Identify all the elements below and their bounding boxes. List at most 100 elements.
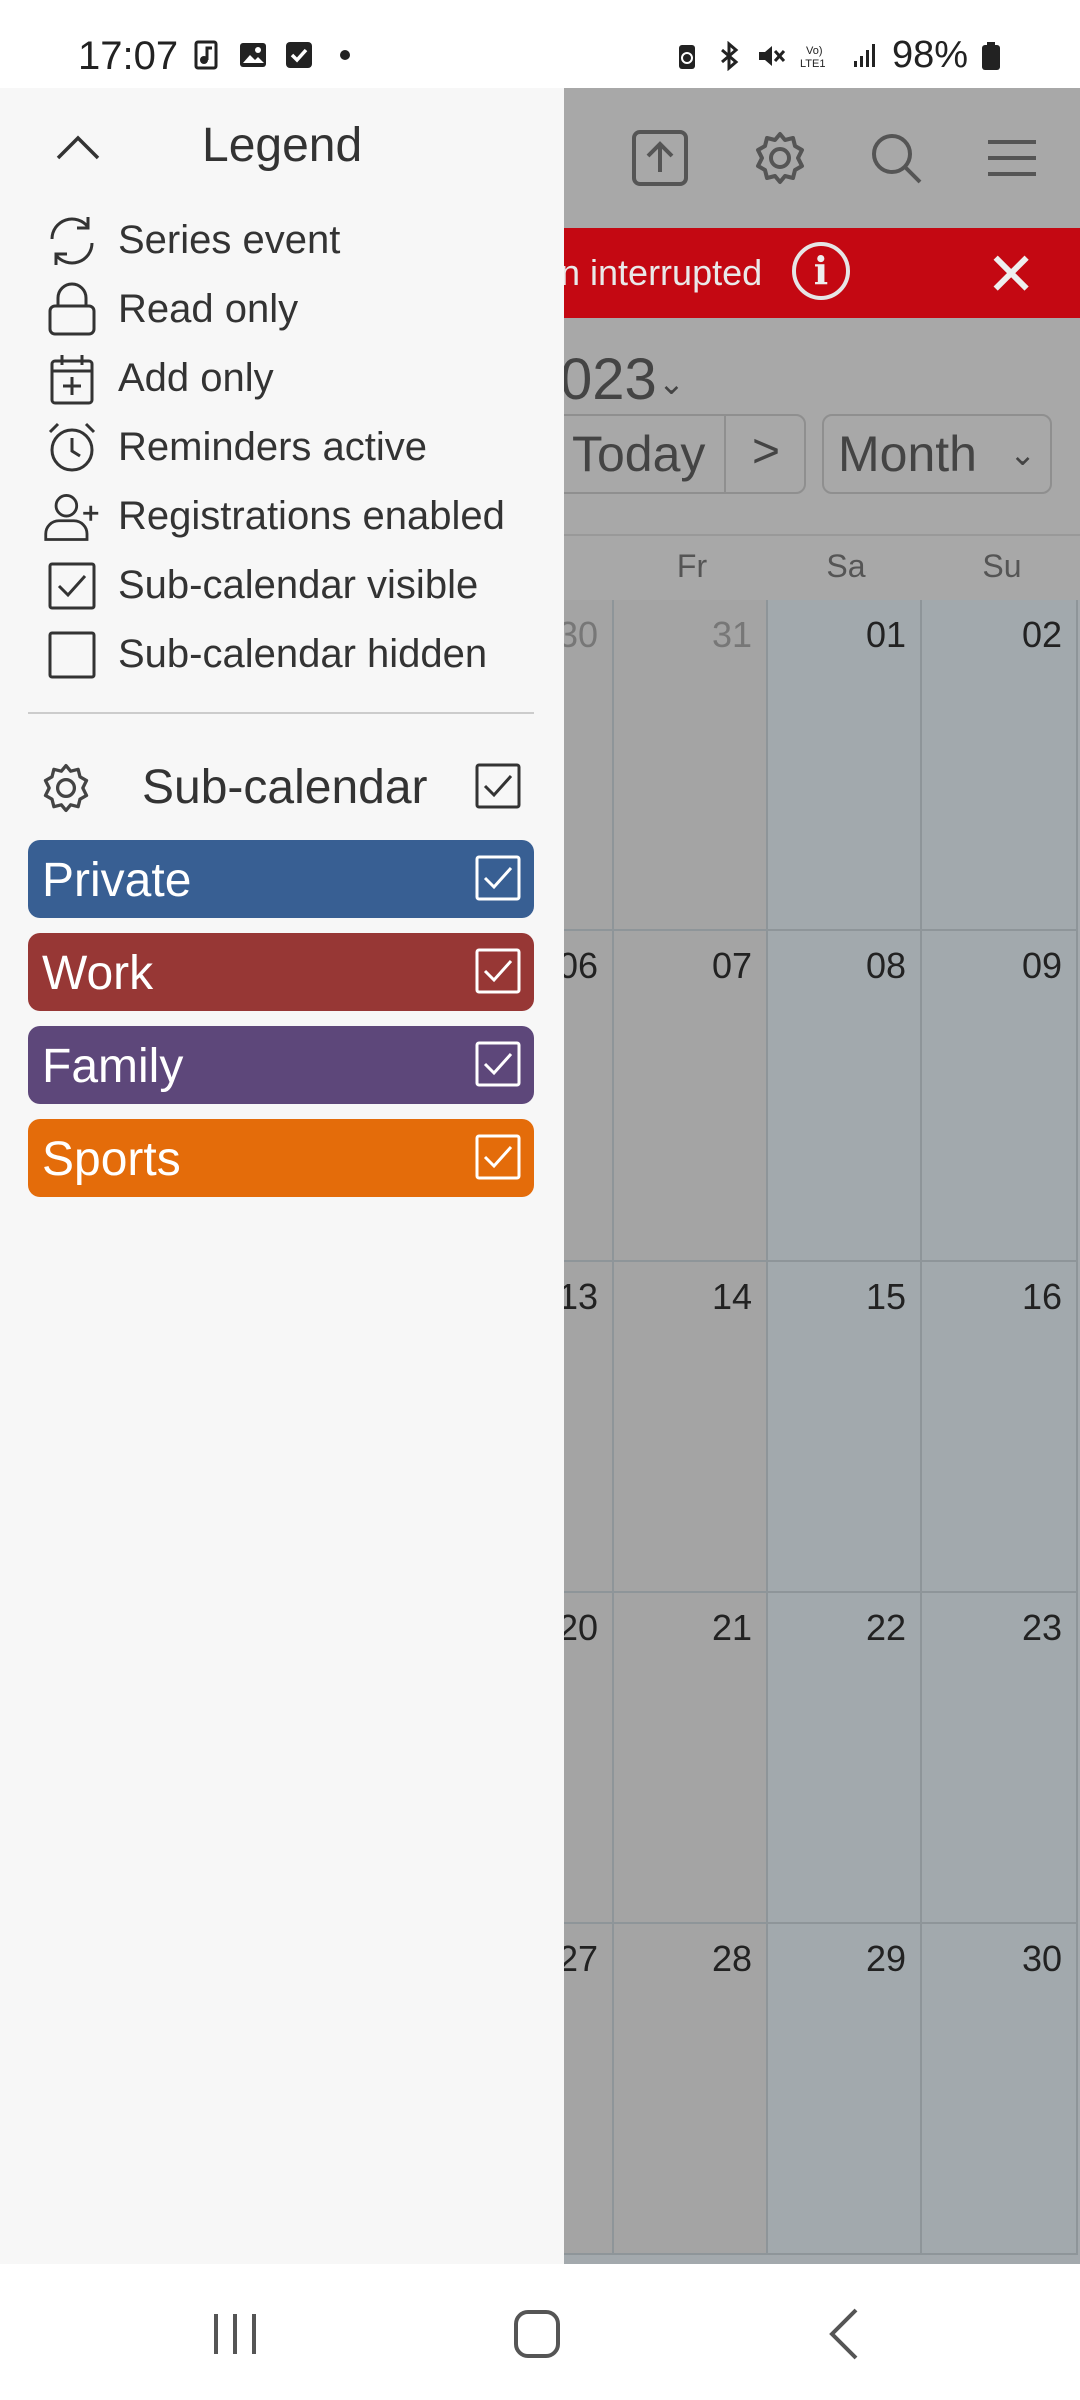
day-cell[interactable]: 22 — [768, 1593, 922, 1924]
legend-item: Sub-calendar hidden — [42, 620, 505, 689]
upload-icon[interactable] — [630, 128, 690, 188]
home-icon[interactable] — [502, 2304, 572, 2364]
checkbox-icon — [286, 42, 312, 68]
day-header: Fr — [676, 548, 708, 584]
day-cell[interactable]: 14 — [614, 1262, 768, 1593]
day-header: Su — [982, 548, 1022, 584]
settings-icon[interactable] — [750, 128, 810, 188]
system-nav-bar — [0, 2264, 1080, 2400]
day-cell[interactable]: 30 — [922, 1924, 1078, 2255]
back-icon[interactable] — [810, 2304, 880, 2364]
status-bar: 17:07 Vo) LTE1 98% — [0, 0, 1080, 88]
next-button[interactable]: > — [724, 414, 806, 494]
series-event-icon — [42, 211, 102, 271]
subcalendar-item-work[interactable]: Work — [28, 933, 534, 1011]
subcalendar-item-private[interactable]: Private — [28, 840, 534, 918]
day-number: 15 — [865, 1276, 906, 1317]
mute-icon — [758, 45, 786, 66]
legend-title: Legend — [202, 119, 363, 172]
day-cell[interactable]: 23 — [922, 1593, 1078, 1924]
day-number: 01 — [865, 614, 906, 655]
day-number: 30 — [1021, 1938, 1062, 1979]
day-number: 02 — [1021, 614, 1062, 655]
info-icon[interactable]: i — [792, 242, 850, 300]
day-cell[interactable]: 29 — [768, 1924, 922, 2255]
divider — [28, 712, 534, 714]
music-file-icon — [194, 40, 218, 70]
chevron-up-icon[interactable] — [54, 124, 102, 172]
legend-label: Sub-calendar hidden — [118, 632, 488, 676]
search-icon[interactable] — [866, 128, 926, 188]
legend-item: Reminders active — [42, 413, 505, 482]
subcalendar-checkbox[interactable] — [474, 854, 522, 902]
legend-item: Sub-calendar visible — [42, 551, 505, 620]
status-time: 17:07 — [78, 34, 179, 78]
subcalendar-label: Work — [42, 947, 154, 1000]
battery-icon — [982, 41, 1000, 70]
dot-icon — [340, 50, 350, 60]
subcalendar-item-family[interactable]: Family — [28, 1026, 534, 1104]
day-cell[interactable]: 02 — [922, 600, 1078, 931]
day-cell[interactable]: 08 — [768, 931, 922, 1262]
day-number: 16 — [1021, 1276, 1062, 1317]
subcalendar-label: Family — [42, 1040, 184, 1093]
legend-label: Registrations enabled — [118, 494, 505, 538]
day-number: 23 — [1021, 1607, 1062, 1648]
subcalendar-header: Sub-calendar — [0, 738, 564, 838]
day-number: 31 — [711, 614, 752, 655]
image-icon — [240, 43, 266, 67]
day-cell[interactable]: 09 — [922, 931, 1078, 1262]
legend-list: Series event Read only Add only Reminder… — [42, 206, 505, 689]
legend-label: Read only — [118, 287, 299, 331]
day-number: 21 — [711, 1607, 752, 1648]
chevron-down-icon: ⌄ — [1009, 436, 1036, 472]
subcalendar-label: Private — [42, 854, 192, 907]
close-icon[interactable]: ✕ — [986, 240, 1036, 310]
day-number: 09 — [1021, 945, 1062, 986]
volte-icon: Vo)LTE1 — [800, 45, 825, 70]
day-number: 22 — [865, 1607, 906, 1648]
day-cell[interactable]: 01 — [768, 600, 922, 931]
alarm-clock-icon — [42, 418, 102, 478]
day-cell[interactable]: 07 — [614, 931, 768, 1262]
svg-text:LTE1: LTE1 — [800, 58, 825, 70]
subcalendar-item-sports[interactable]: Sports — [28, 1119, 534, 1197]
legend-item: Registrations enabled — [42, 482, 505, 551]
subcalendar-checkbox[interactable] — [474, 1133, 522, 1181]
battery-saver-icon — [678, 44, 695, 69]
day-cell[interactable]: 28 — [614, 1924, 768, 2255]
lock-icon — [42, 280, 102, 340]
day-cell[interactable]: 15 — [768, 1262, 922, 1593]
calendar-add-icon — [42, 349, 102, 409]
legend-header[interactable]: Legend — [0, 88, 564, 208]
legend-label: Sub-calendar visible — [118, 563, 479, 607]
day-cell[interactable]: 21 — [614, 1593, 768, 1924]
day-number: 28 — [711, 1938, 752, 1979]
day-cell[interactable]: 31 — [614, 600, 768, 931]
day-number: 29 — [865, 1938, 906, 1979]
recent-apps-icon[interactable] — [200, 2304, 270, 2364]
view-select[interactable]: Month ⌄ — [822, 414, 1052, 494]
legend-item: Add only — [42, 344, 505, 413]
checkbox-checked-icon — [42, 556, 102, 616]
signal-icon — [853, 43, 875, 67]
subcalendar-label: Sports — [42, 1133, 181, 1186]
menu-icon[interactable] — [982, 128, 1042, 188]
legend-drawer: Legend Series event Read only Add only R… — [0, 88, 564, 2264]
gear-icon[interactable] — [38, 760, 94, 816]
day-number: 07 — [711, 945, 752, 986]
day-number: 14 — [711, 1276, 752, 1317]
day-number: 08 — [865, 945, 906, 986]
day-header: Sa — [826, 548, 866, 584]
legend-item: Series event — [42, 206, 505, 275]
day-cell[interactable]: 16 — [922, 1262, 1078, 1593]
select-all-checkbox[interactable] — [474, 762, 522, 810]
legend-label: Series event — [118, 218, 341, 262]
year-selector[interactable]: 023 — [560, 346, 657, 413]
chevron-down-icon: ⌄ — [658, 365, 685, 401]
subcalendar-checkbox[interactable] — [474, 1040, 522, 1088]
subcalendar-checkbox[interactable] — [474, 947, 522, 995]
checkbox-empty-icon — [42, 625, 102, 685]
svg-text:Vo): Vo) — [806, 45, 823, 57]
battery-percent: 98% — [891, 34, 968, 76]
